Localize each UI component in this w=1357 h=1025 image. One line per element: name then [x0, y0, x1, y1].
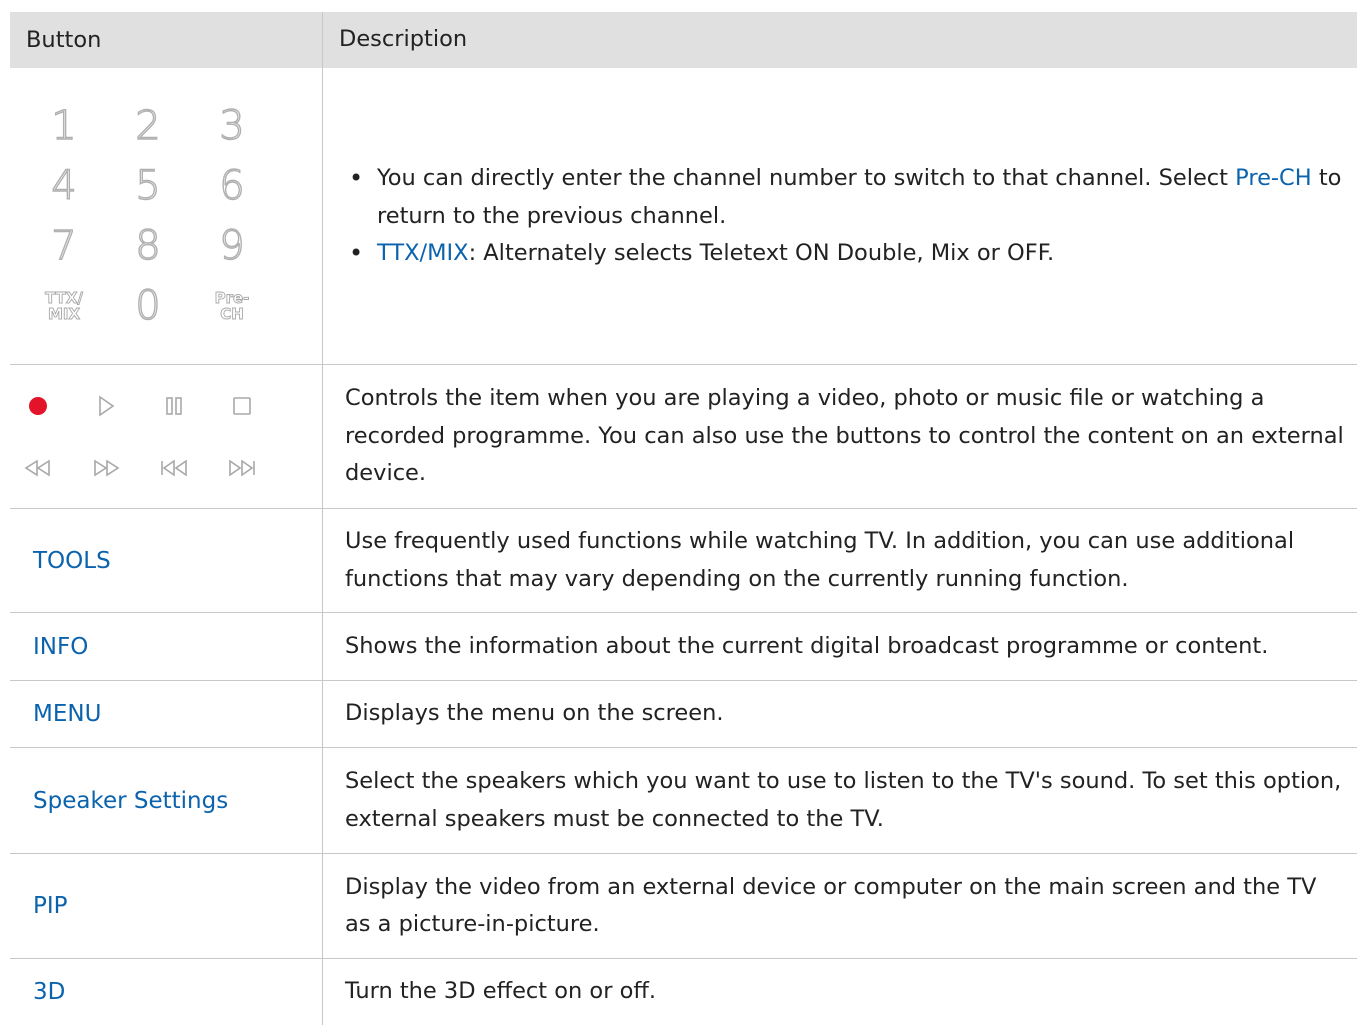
rewind-icon[interactable] — [4, 437, 72, 499]
speaker-settings-button-label: Speaker Settings — [10, 748, 323, 853]
header-description: Description — [339, 26, 468, 53]
pause-icon[interactable] — [140, 375, 208, 437]
table-row: MENU Displays the menu on the screen. — [10, 681, 1357, 748]
previous-icon[interactable] — [140, 437, 208, 499]
bullet-ttx: TTX/MIX: Alternately selects Teletext ON… — [339, 235, 1347, 273]
pip-button-label: PIP — [10, 854, 323, 958]
media-description: Controls the item when you are playing a… — [345, 385, 1344, 487]
media-keys — [4, 375, 276, 499]
table-row-numpad: 1 2 3 4 5 6 7 8 9 TTX/ MIX 0 Pre- CH You… — [10, 68, 1357, 365]
remote-buttons-table: Button Description 1 2 3 4 5 6 7 8 9 TTX… — [10, 12, 1357, 1025]
menu-button-label: MENU — [10, 681, 323, 747]
key-2[interactable]: 2 — [106, 96, 190, 156]
ttx-mix-link: TTX/MIX — [377, 240, 469, 266]
table-row: INFO Shows the information about the cur… — [10, 613, 1357, 681]
key-6[interactable]: 6 — [190, 156, 274, 216]
numpad-bullets: You can directly enter the channel numbe… — [339, 160, 1347, 273]
table-row: TOOLS Use frequently used functions whil… — [10, 509, 1357, 613]
bullet-channel: You can directly enter the channel numbe… — [339, 160, 1347, 235]
record-icon[interactable] — [4, 375, 72, 437]
key-1[interactable]: 1 — [22, 96, 106, 156]
key-5[interactable]: 5 — [106, 156, 190, 216]
row-description: Displays the menu on the screen. — [345, 700, 724, 727]
key-ttx-mix[interactable]: TTX/ MIX — [22, 276, 106, 336]
numpad-description: You can directly enter the channel numbe… — [323, 68, 1357, 364]
key-8[interactable]: 8 — [106, 216, 190, 276]
key-7[interactable]: 7 — [22, 216, 106, 276]
media-cell — [10, 365, 323, 508]
info-button-label: INFO — [10, 613, 323, 680]
play-icon[interactable] — [72, 375, 140, 437]
table-row: Speaker Settings Select the speakers whi… — [10, 748, 1357, 854]
row-description: Turn the 3D effect on or off. — [345, 978, 657, 1005]
row-description: Select the speakers which you want to us… — [345, 768, 1342, 832]
key-4[interactable]: 4 — [22, 156, 106, 216]
next-icon[interactable] — [208, 437, 276, 499]
table-header: Button Description — [10, 12, 1357, 68]
key-3[interactable]: 3 — [190, 96, 274, 156]
table-row: PIP Display the video from an external d… — [10, 854, 1357, 959]
numpad-cell: 1 2 3 4 5 6 7 8 9 TTX/ MIX 0 Pre- CH — [10, 68, 323, 364]
pre-ch-link: Pre-CH — [1235, 165, 1312, 191]
row-description: Shows the information about the current … — [345, 632, 1269, 659]
stop-icon[interactable] — [208, 375, 276, 437]
row-description: Display the video from an external devic… — [345, 873, 1317, 938]
numpad: 1 2 3 4 5 6 7 8 9 TTX/ MIX 0 Pre- CH — [22, 96, 274, 336]
row-description: Use frequently used functions while watc… — [345, 528, 1295, 592]
tools-button-label: TOOLS — [10, 509, 323, 612]
table-row: 3D Turn the 3D effect on or off. — [10, 959, 1357, 1025]
key-pre-ch[interactable]: Pre- CH — [190, 276, 274, 336]
3d-button-label: 3D — [10, 959, 323, 1025]
table-row-media: Controls the item when you are playing a… — [10, 365, 1357, 509]
key-9[interactable]: 9 — [190, 216, 274, 276]
fast-forward-icon[interactable] — [72, 437, 140, 499]
key-0[interactable]: 0 — [106, 276, 190, 336]
header-button: Button — [10, 12, 323, 68]
